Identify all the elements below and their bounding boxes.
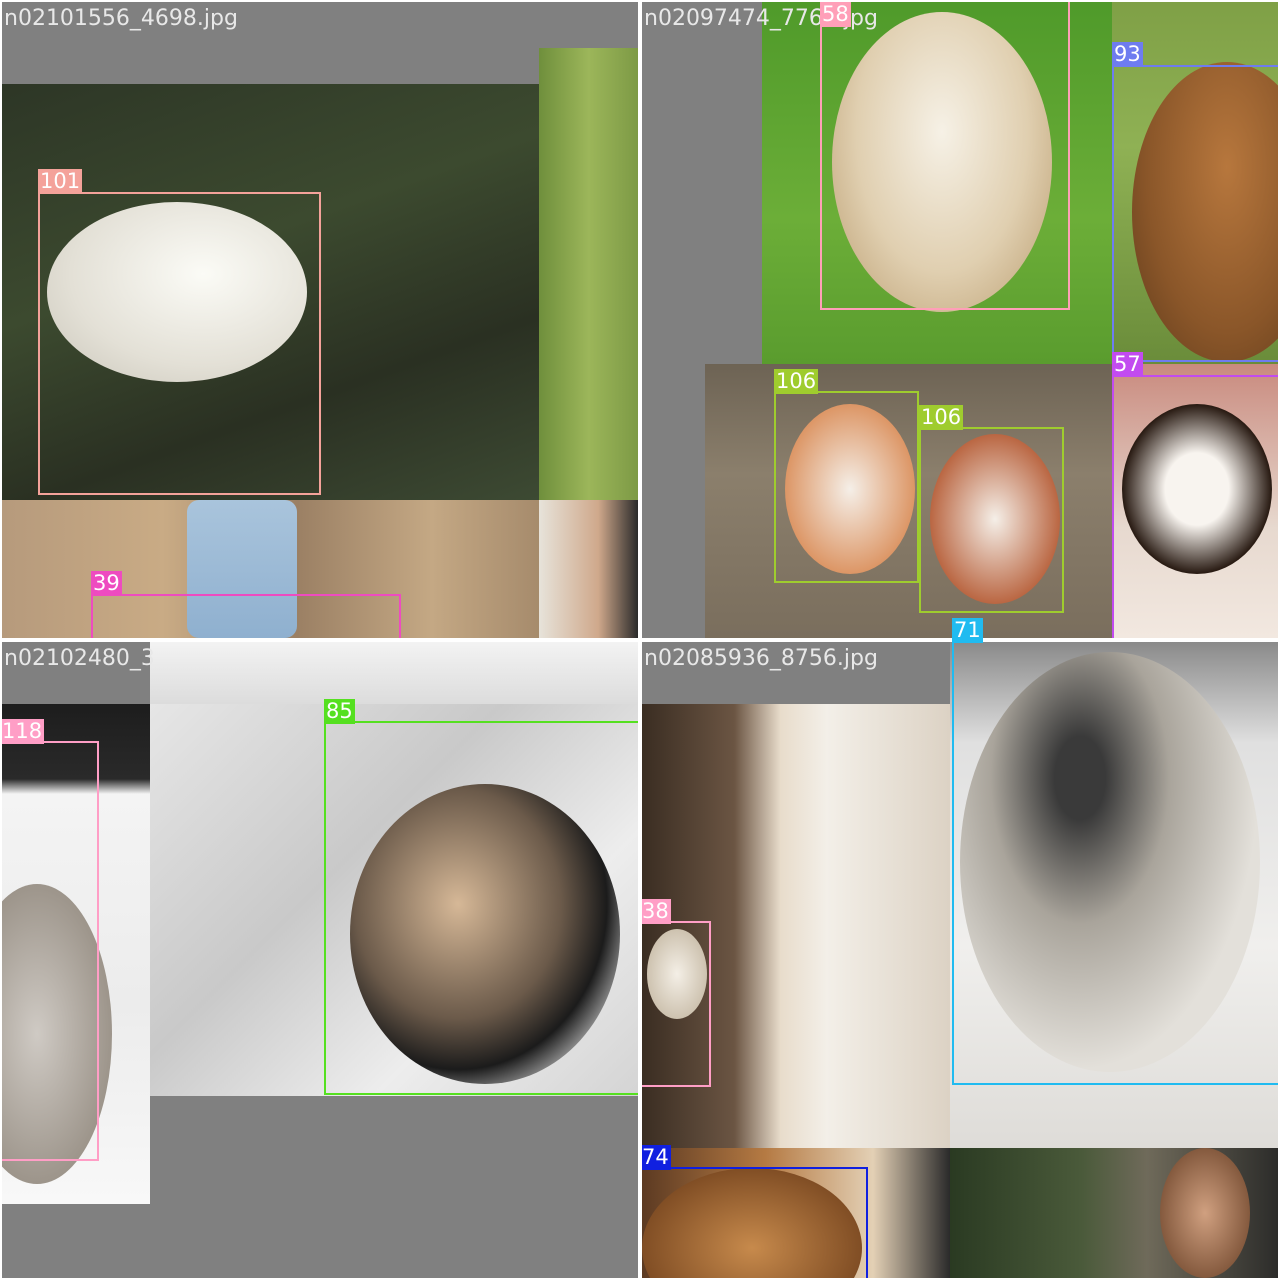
detection-label: 101	[38, 169, 83, 194]
photo-glove-hand	[539, 500, 638, 638]
detection-box	[952, 642, 1278, 1085]
detection-box	[919, 427, 1064, 613]
detection-label: 93	[1112, 42, 1143, 67]
detection-label: 71	[952, 618, 983, 643]
photo-man-glasses	[950, 1148, 1278, 1278]
detection-box	[642, 1167, 868, 1278]
detection-label: 106	[919, 405, 964, 430]
detection-box	[38, 192, 321, 495]
detection-label: 85	[324, 699, 355, 724]
detection-label: 106	[774, 369, 819, 394]
detection-label: 39	[91, 571, 122, 596]
detection-box	[774, 391, 919, 583]
filename-label: n02101556_4698.jpg	[4, 6, 238, 31]
filename-label: n02102480_3	[4, 646, 155, 671]
filename-label: n02085936_8756.jpg	[644, 646, 878, 671]
mosaic-quadrant-bottom-left: n02102480_3 118 85	[2, 642, 638, 1278]
photo-grass-strip	[539, 48, 638, 500]
detection-box	[2, 741, 99, 1161]
mosaic-quadrant-top-left: n02101556_4698.jpg 101 39	[2, 2, 638, 638]
detection-box	[324, 721, 638, 1095]
detection-box	[91, 594, 401, 638]
person-face-shape	[1160, 1148, 1250, 1278]
detection-box	[642, 921, 711, 1087]
detection-label: 74	[642, 1145, 671, 1170]
detection-box	[1112, 375, 1278, 638]
detection-label: 118	[2, 719, 45, 744]
detection-box	[820, 2, 1070, 310]
photo-white-background	[150, 642, 638, 704]
detection-label: 57	[1112, 352, 1143, 377]
detection-label: 58	[820, 2, 851, 27]
detection-box	[1112, 65, 1278, 362]
mosaic-quadrant-bottom-right: n02085936_8756.jpg 38 71 74	[642, 642, 1278, 1278]
mosaic-quadrant-top-right: n02097474_7769.jpg 58 93 106 106 57	[642, 2, 1278, 638]
detection-label: 38	[642, 899, 671, 924]
